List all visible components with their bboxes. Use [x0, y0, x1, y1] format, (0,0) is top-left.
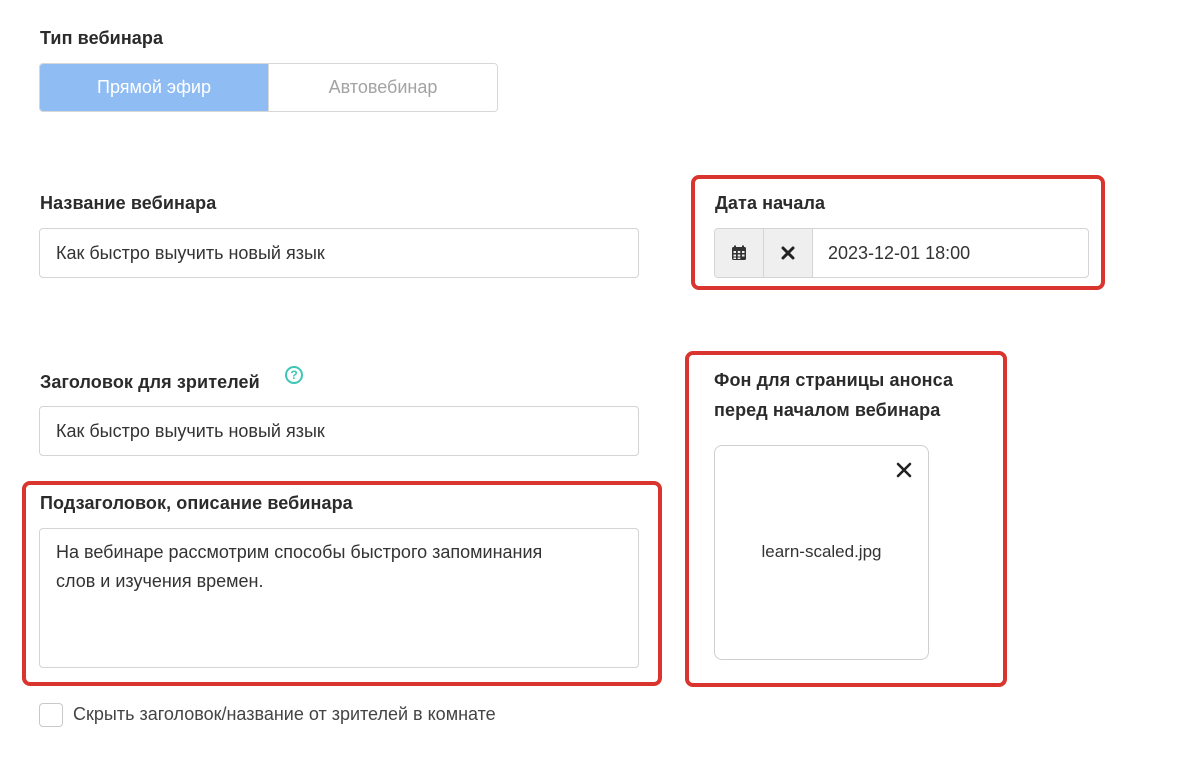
webinar-name-label: Название вебинара [40, 193, 217, 213]
start-date-input[interactable]: 2023-12-01 18:00 [813, 229, 1088, 277]
live-broadcast-option[interactable]: Прямой эфир [40, 64, 268, 111]
webinar-type-toggle: Прямой эфир Автовебинар [39, 63, 498, 112]
clear-icon [781, 246, 795, 260]
start-date-label: Дата начала [715, 193, 826, 213]
help-icon[interactable]: ? [285, 366, 303, 384]
calendar-button[interactable] [715, 229, 764, 277]
background-label-line2: перед началом вебинара [714, 400, 941, 420]
background-label: Фон для страницы анонса перед началом ве… [714, 365, 953, 425]
webinar-name-input[interactable]: Как быстро выучить новый язык [39, 228, 639, 278]
background-file-name: learn-scaled.jpg [761, 542, 882, 561]
subtitle-textarea[interactable]: На вебинаре рассмотрим способы быстрого … [39, 528, 639, 668]
hide-title-label[interactable]: Скрыть заголовок/название от зрителей в … [73, 704, 496, 725]
viewer-title-label: Заголовок для зрителей [40, 372, 260, 392]
hide-title-checkbox[interactable] [39, 703, 63, 727]
webinar-type-label: Тип вебинара [40, 28, 164, 48]
viewer-title-value: Как быстро выучить новый язык [56, 420, 325, 441]
subtitle-label: Подзаголовок, описание вебинара [40, 493, 353, 513]
remove-background-button[interactable] [895, 461, 913, 479]
clear-date-button[interactable] [764, 229, 813, 277]
background-label-line1: Фон для страницы анонса [714, 370, 954, 390]
start-date-value: 2023-12-01 18:00 [828, 242, 971, 263]
viewer-title-input[interactable]: Как быстро выучить новый язык [39, 406, 639, 456]
autowebinar-option[interactable]: Автовебинар [268, 64, 497, 111]
start-date-field: 2023-12-01 18:00 [714, 228, 1089, 278]
webinar-name-value: Как быстро выучить новый язык [56, 242, 325, 263]
background-upload[interactable]: learn-scaled.jpg [714, 445, 929, 660]
calendar-icon [732, 245, 746, 260]
close-icon [896, 462, 912, 478]
